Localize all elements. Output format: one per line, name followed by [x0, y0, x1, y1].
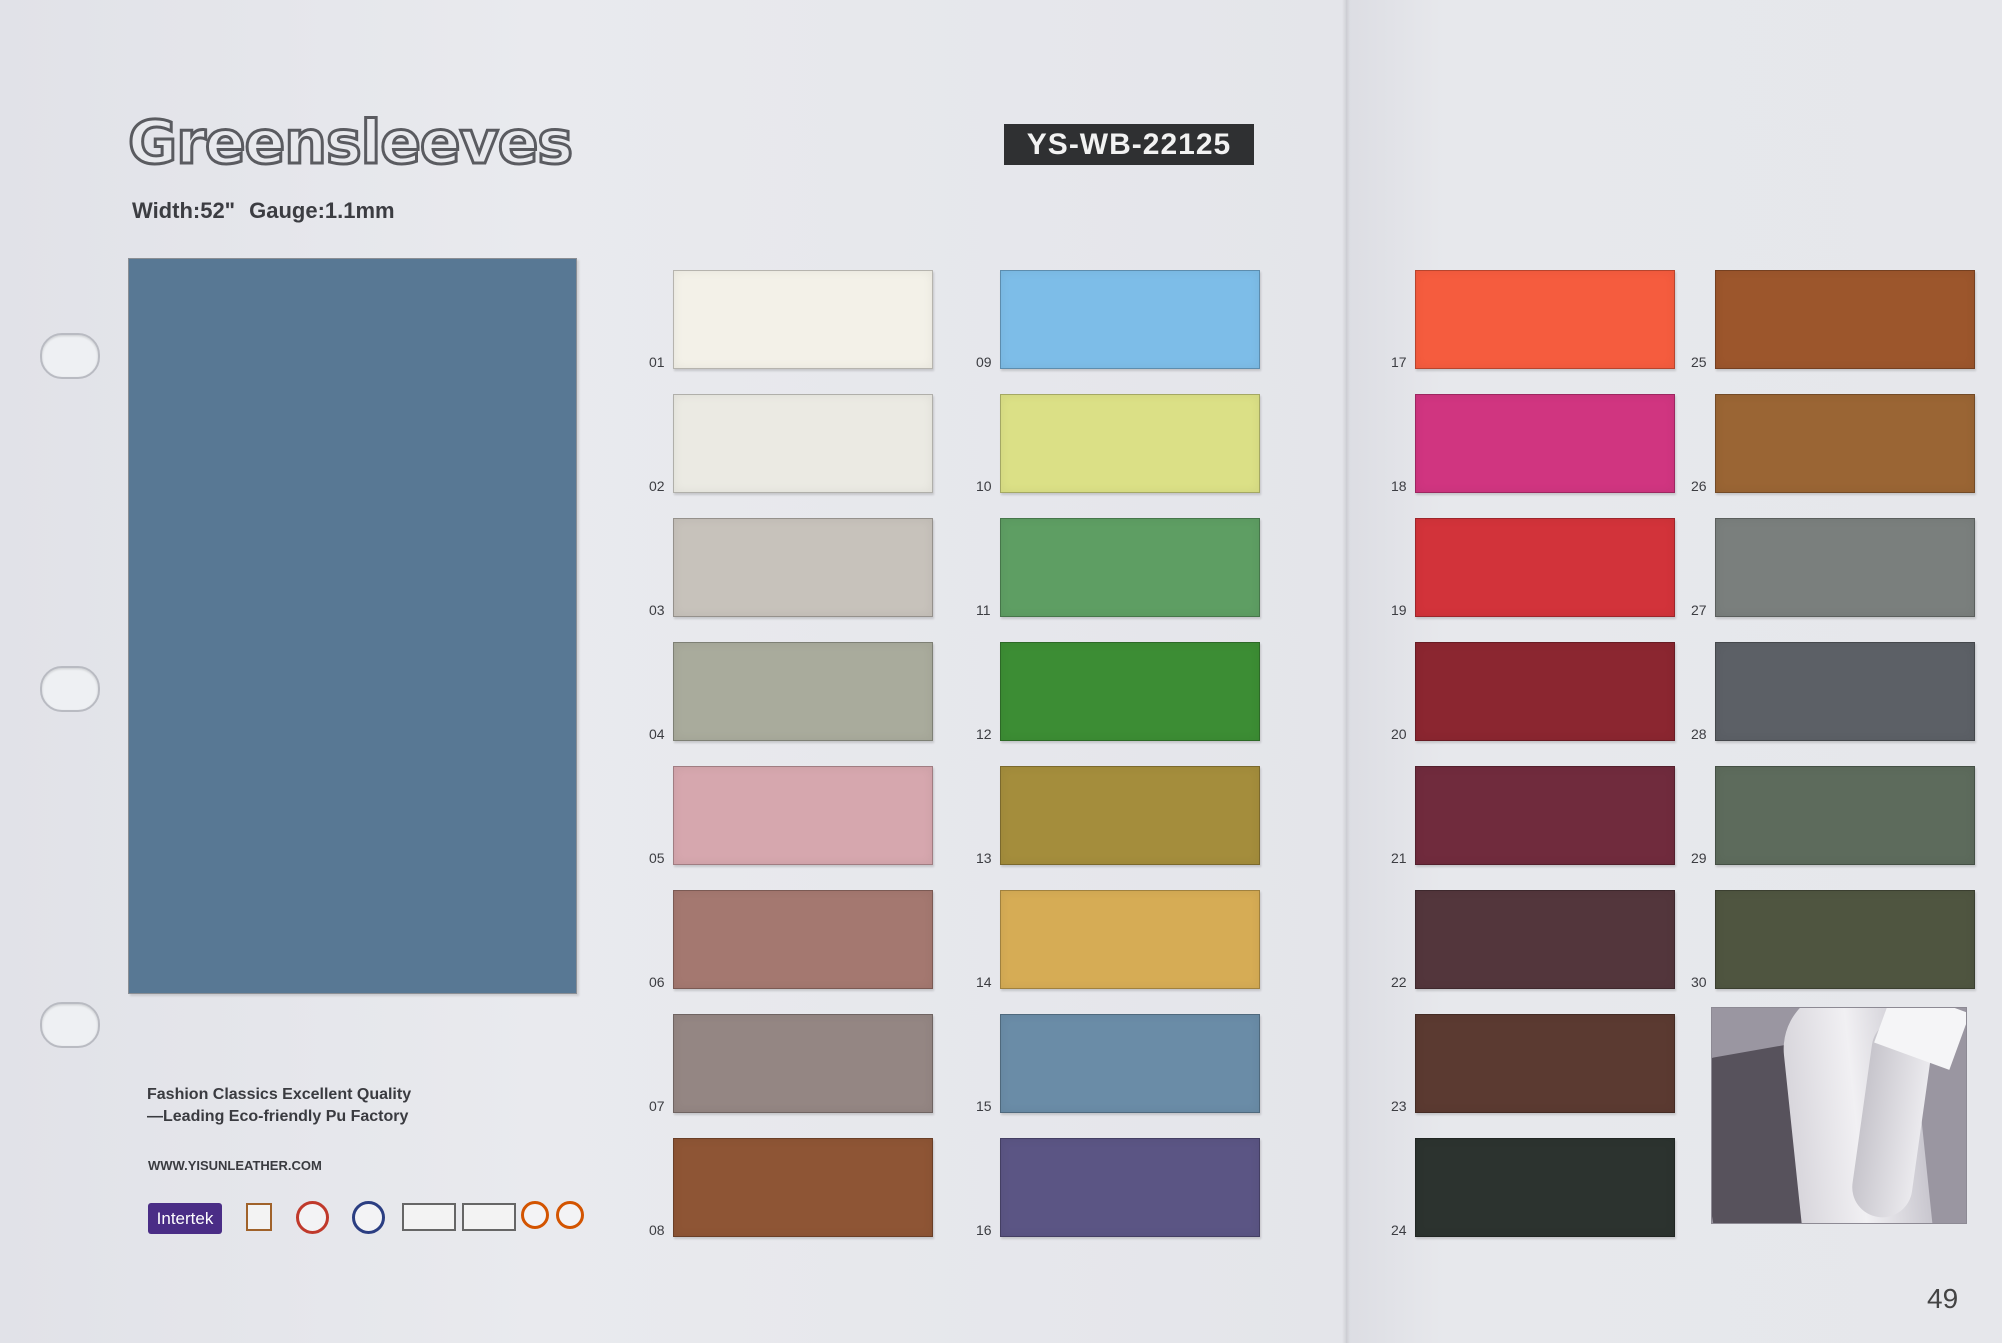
swatch-number: 28 — [1691, 726, 1707, 742]
color-swatch[interactable] — [1715, 518, 1975, 617]
color-swatch[interactable] — [1415, 890, 1675, 989]
swatch-number: 05 — [649, 850, 665, 866]
color-swatch[interactable] — [1000, 1138, 1260, 1237]
color-swatch[interactable] — [673, 766, 933, 865]
color-swatch[interactable] — [1000, 890, 1260, 989]
color-swatch[interactable] — [1000, 766, 1260, 865]
color-swatch[interactable] — [1000, 1014, 1260, 1113]
swatch-number: 13 — [976, 850, 992, 866]
tagline-line-1: Fashion Classics Excellent Quality — [147, 1086, 412, 1103]
swatch-number: 11 — [976, 602, 991, 618]
swatch-number: 21 — [1391, 850, 1407, 866]
color-swatch[interactable] — [1715, 394, 1975, 493]
sgs-circle-logo — [521, 1201, 549, 1229]
swatch-number: 19 — [1391, 602, 1407, 618]
binder-hole — [40, 666, 100, 712]
color-swatch[interactable] — [1415, 1138, 1675, 1237]
swatch-number: 04 — [649, 726, 665, 742]
color-swatch[interactable] — [1415, 518, 1675, 617]
swatch-number: 07 — [649, 1098, 665, 1114]
swatch-number: 16 — [976, 1222, 992, 1238]
swatch-number: 08 — [649, 1222, 665, 1238]
swatch-number: 23 — [1391, 1098, 1407, 1114]
color-swatch[interactable] — [1000, 270, 1260, 369]
page-fold — [1342, 0, 1350, 1343]
swatch-number: 30 — [1691, 974, 1707, 990]
swatch-number: 22 — [1391, 974, 1407, 990]
color-swatch[interactable] — [673, 1014, 933, 1113]
sgs-logo — [462, 1203, 516, 1231]
sgs-logo — [402, 1203, 456, 1231]
product-title: Greensleeves — [126, 107, 574, 180]
color-swatch[interactable] — [1415, 394, 1675, 493]
tuv-logo — [352, 1201, 385, 1234]
color-swatch[interactable] — [1000, 394, 1260, 493]
swatch-number: 09 — [976, 354, 992, 370]
swatch-number: 27 — [1691, 602, 1707, 618]
main-color-swatch[interactable] — [128, 258, 577, 994]
website-link[interactable]: WWW.YISUNLEATHER.COM — [148, 1158, 322, 1173]
color-swatch[interactable] — [1715, 642, 1975, 741]
swatch-number: 03 — [649, 602, 665, 618]
color-swatch[interactable] — [673, 394, 933, 493]
color-swatch[interactable] — [1415, 766, 1675, 865]
gauge-spec: Gauge:1.1mm — [249, 198, 395, 223]
bureau-veritas-logo — [246, 1203, 272, 1231]
width-spec: Width:52" — [132, 198, 236, 223]
swatch-number: 06 — [649, 974, 665, 990]
swatch-number: 29 — [1691, 850, 1707, 866]
swatch-number: 02 — [649, 478, 665, 494]
color-swatch[interactable] — [1000, 642, 1260, 741]
swatch-number: 25 — [1691, 354, 1707, 370]
intertek-logo: Intertek — [148, 1203, 222, 1234]
color-swatch[interactable] — [673, 518, 933, 617]
swatch-number: 15 — [976, 1098, 992, 1114]
swatch-number: 12 — [976, 726, 992, 742]
swatch-number: 26 — [1691, 478, 1707, 494]
certification-seal-logo — [296, 1201, 329, 1234]
color-swatch[interactable] — [673, 642, 933, 741]
lifestyle-photo — [1711, 1007, 1967, 1224]
swatch-number: 10 — [976, 478, 992, 494]
color-swatch[interactable] — [1715, 270, 1975, 369]
color-swatch[interactable] — [1000, 518, 1260, 617]
product-code-badge: YS-WB-22125 — [1004, 124, 1254, 165]
color-swatch[interactable] — [673, 270, 933, 369]
swatch-number: 18 — [1391, 478, 1407, 494]
page-number: 49 — [1927, 1283, 1959, 1314]
color-swatch[interactable] — [1715, 890, 1975, 989]
binder-hole — [40, 333, 100, 379]
color-swatch[interactable] — [1415, 270, 1675, 369]
tagline-line-2: —Leading Eco-friendly Pu Factory — [147, 1108, 409, 1125]
binder-hole — [40, 1002, 100, 1048]
swatch-number: 20 — [1391, 726, 1407, 742]
swatch-number: 17 — [1391, 354, 1407, 370]
color-swatch[interactable] — [1715, 766, 1975, 865]
color-swatch[interactable] — [1415, 642, 1675, 741]
color-swatch[interactable] — [1415, 1014, 1675, 1113]
product-specs: Width:52" Gauge:1.1mm — [132, 198, 409, 224]
swatch-number: 24 — [1391, 1222, 1407, 1238]
swatch-number: 14 — [976, 974, 992, 990]
color-swatch[interactable] — [673, 1138, 933, 1237]
sgs-circle-logo — [556, 1201, 584, 1229]
swatch-number: 01 — [649, 354, 665, 370]
color-swatch[interactable] — [673, 890, 933, 989]
